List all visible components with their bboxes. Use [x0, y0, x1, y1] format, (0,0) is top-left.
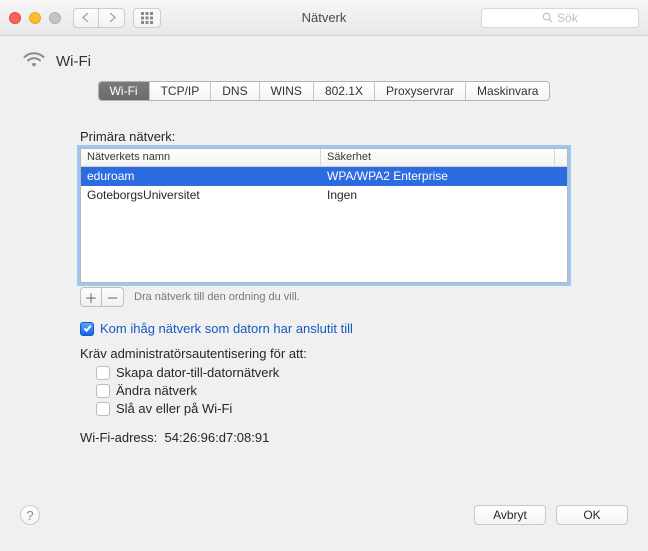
table-row[interactable]: GoteborgsUniversitetIngen	[81, 186, 567, 205]
tab-tcpip[interactable]: TCP/IP	[150, 82, 212, 100]
checkmark-icon	[83, 324, 92, 333]
search-icon	[542, 12, 553, 23]
maximize-window-button	[49, 12, 61, 24]
column-header-security[interactable]: Säkerhet	[321, 149, 555, 166]
tab-maskinvara[interactable]: Maskinvara	[466, 82, 549, 100]
ok-button[interactable]: OK	[556, 505, 628, 525]
search-placeholder: Sök	[557, 11, 578, 25]
chevron-right-icon	[108, 13, 116, 22]
content-area: Wi-Fi Wi-FiTCP/IPDNSWINS802.1XProxyservr…	[0, 36, 648, 551]
remember-networks-checkbox[interactable]	[80, 322, 94, 336]
create-adhoc-label: Skapa dator-till-datornätverk	[116, 365, 279, 380]
toggle-wifi-checkbox[interactable]	[96, 402, 110, 416]
tab-proxyservrar[interactable]: Proxyservrar	[375, 82, 466, 100]
forward-button[interactable]	[99, 8, 125, 28]
tab-wifi[interactable]: Wi-Fi	[99, 82, 150, 100]
change-networks-label: Ändra nätverk	[116, 383, 197, 398]
wifi-panel: Primära nätverk: Nätverkets namn Säkerhe…	[0, 101, 648, 445]
network-name: eduroam	[81, 167, 321, 186]
chevron-left-icon	[82, 13, 90, 22]
change-networks-checkbox[interactable]	[96, 384, 110, 398]
table-header: Nätverkets namn Säkerhet	[81, 149, 567, 167]
pane-header: Wi-Fi	[0, 36, 648, 81]
dialog-footer: ? Avbryt OK	[0, 495, 648, 551]
add-network-button[interactable]: ＋	[80, 287, 102, 307]
network-security: Ingen	[321, 186, 567, 205]
tab-8021x[interactable]: 802.1X	[314, 82, 375, 100]
remember-networks-label: Kom ihåg nätverk som datorn har anslutit…	[100, 321, 353, 336]
nav-buttons	[73, 8, 125, 28]
wifi-icon	[22, 50, 46, 73]
help-button[interactable]: ?	[20, 505, 40, 525]
wifi-address-value: 54:26:96:d7:08:91	[165, 430, 270, 445]
minimize-window-button[interactable]	[29, 12, 41, 24]
create-adhoc-checkbox[interactable]	[96, 366, 110, 380]
grid-icon	[141, 12, 153, 24]
network-security: WPA/WPA2 Enterprise	[321, 167, 567, 186]
primary-networks-label: Primära nätverk:	[80, 129, 568, 144]
cancel-button[interactable]: Avbryt	[474, 505, 546, 525]
table-footer: ＋ － Dra nätverk till den ordning du vill…	[80, 287, 568, 307]
wifi-address-row: Wi-Fi-adress: 54:26:96:d7:08:91	[80, 430, 568, 445]
remember-networks-row: Kom ihåg nätverk som datorn har anslutit…	[80, 321, 568, 336]
toggle-wifi-label: Slå av eller på Wi-Fi	[116, 401, 232, 416]
table-row[interactable]: eduroamWPA/WPA2 Enterprise	[81, 167, 567, 186]
networks-table[interactable]: Nätverkets namn Säkerhet eduroamWPA/WPA2…	[80, 148, 568, 283]
tab-dns[interactable]: DNS	[211, 82, 259, 100]
network-name: GoteborgsUniversitet	[81, 186, 321, 205]
remove-network-button[interactable]: －	[102, 287, 124, 307]
tab-wins[interactable]: WINS	[260, 82, 314, 100]
close-window-button[interactable]	[9, 12, 21, 24]
pane-title: Wi-Fi	[56, 53, 91, 70]
wifi-address-label: Wi-Fi-adress:	[80, 430, 157, 445]
column-header-spacer	[555, 149, 567, 166]
column-header-name[interactable]: Nätverkets namn	[81, 149, 321, 166]
titlebar: Nätverk Sök	[0, 0, 648, 36]
admin-auth-label: Kräv administratörsautentisering för att…	[80, 346, 568, 361]
show-all-button[interactable]	[133, 8, 161, 28]
drag-hint-text: Dra nätverk till den ordning du vill.	[134, 291, 300, 303]
search-input[interactable]: Sök	[481, 8, 639, 28]
admin-auth-options: Skapa dator-till-datornätverk Ändra nätv…	[96, 365, 568, 416]
back-button[interactable]	[73, 8, 99, 28]
tab-bar: Wi-FiTCP/IPDNSWINS802.1XProxyservrarMask…	[0, 81, 648, 101]
traffic-lights	[9, 12, 61, 24]
